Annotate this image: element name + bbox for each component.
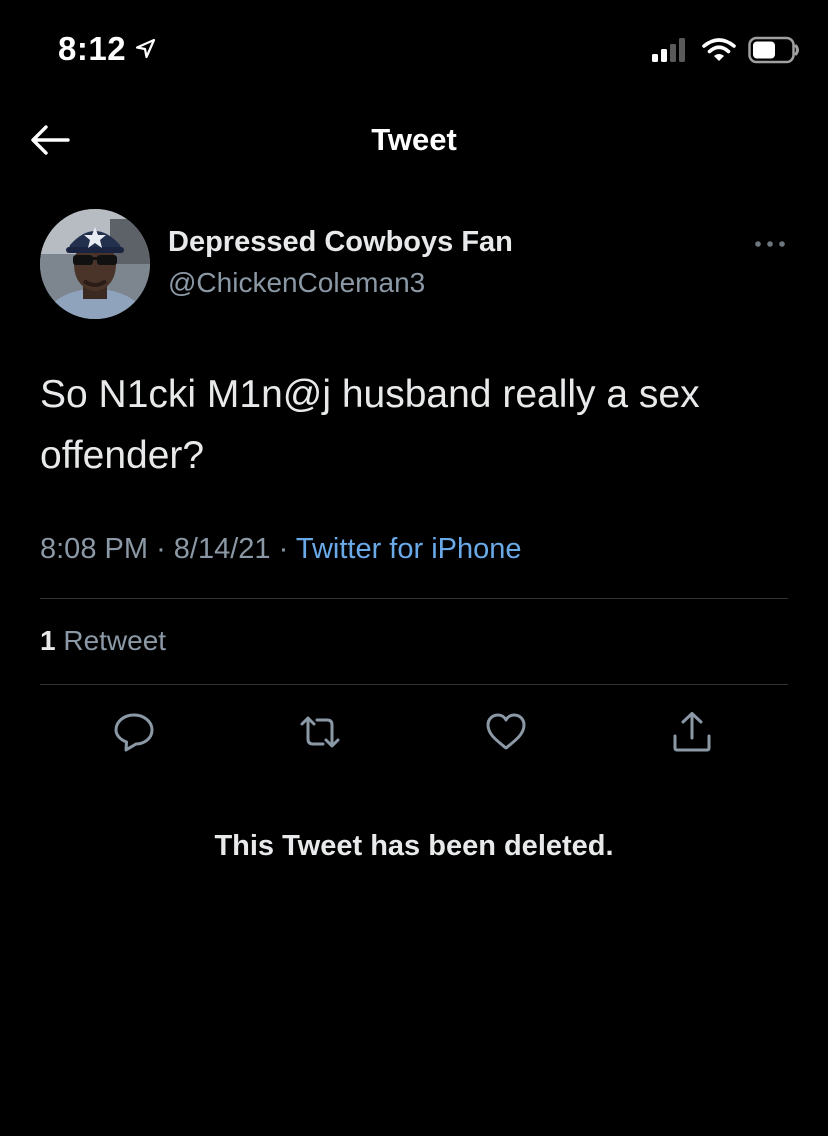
more-options-button[interactable] xyxy=(752,232,788,256)
more-dots-icon xyxy=(752,241,788,260)
retweet-label: Retweet xyxy=(63,625,167,656)
tweet-time: 8:08 PM xyxy=(40,533,148,565)
divider xyxy=(40,684,788,685)
author-display-name[interactable]: Depressed Cowboys Fan xyxy=(168,226,513,259)
meta-separator: · xyxy=(156,533,166,565)
share-button[interactable] xyxy=(670,710,714,754)
share-icon xyxy=(670,712,714,758)
reply-button[interactable] xyxy=(112,710,156,754)
tweet-source-link[interactable]: Twitter for iPhone xyxy=(296,533,522,565)
heart-icon xyxy=(484,713,528,758)
author-handle[interactable]: @ChickenColeman3 xyxy=(168,267,425,299)
retweet-stats[interactable]: 1 Retweet xyxy=(40,625,166,657)
location-arrow-icon xyxy=(134,38,156,60)
tweet-date: 8/14/21 xyxy=(173,533,271,565)
status-indicators xyxy=(650,36,800,64)
divider xyxy=(40,598,788,599)
page-title: Tweet xyxy=(371,122,457,157)
meta-separator: · xyxy=(278,533,289,565)
top-nav-bar: Tweet xyxy=(0,100,828,180)
tweet-text: So N1cki M1n@j husband really a sex offe… xyxy=(40,373,700,477)
retweet-icon xyxy=(298,716,342,758)
status-time: 8:12 xyxy=(58,30,127,67)
like-button[interactable] xyxy=(484,710,528,754)
status-bar: 8:12 xyxy=(0,0,828,100)
tweet-timestamp-row: 8:08 PM · 8/14/21 · Twitter for iPhone xyxy=(40,533,522,566)
retweet-button[interactable] xyxy=(298,710,342,754)
cellular-signal-icon xyxy=(650,37,690,63)
wifi-icon xyxy=(702,37,736,63)
retweet-count: 1 xyxy=(40,625,56,656)
avatar[interactable] xyxy=(40,209,150,319)
battery-icon xyxy=(748,36,800,64)
profile-photo xyxy=(40,209,150,319)
reply-icon xyxy=(112,713,156,758)
status-time-group: 8:12 xyxy=(58,30,156,68)
deleted-tweet-notice: This Tweet has been deleted. xyxy=(214,830,614,862)
